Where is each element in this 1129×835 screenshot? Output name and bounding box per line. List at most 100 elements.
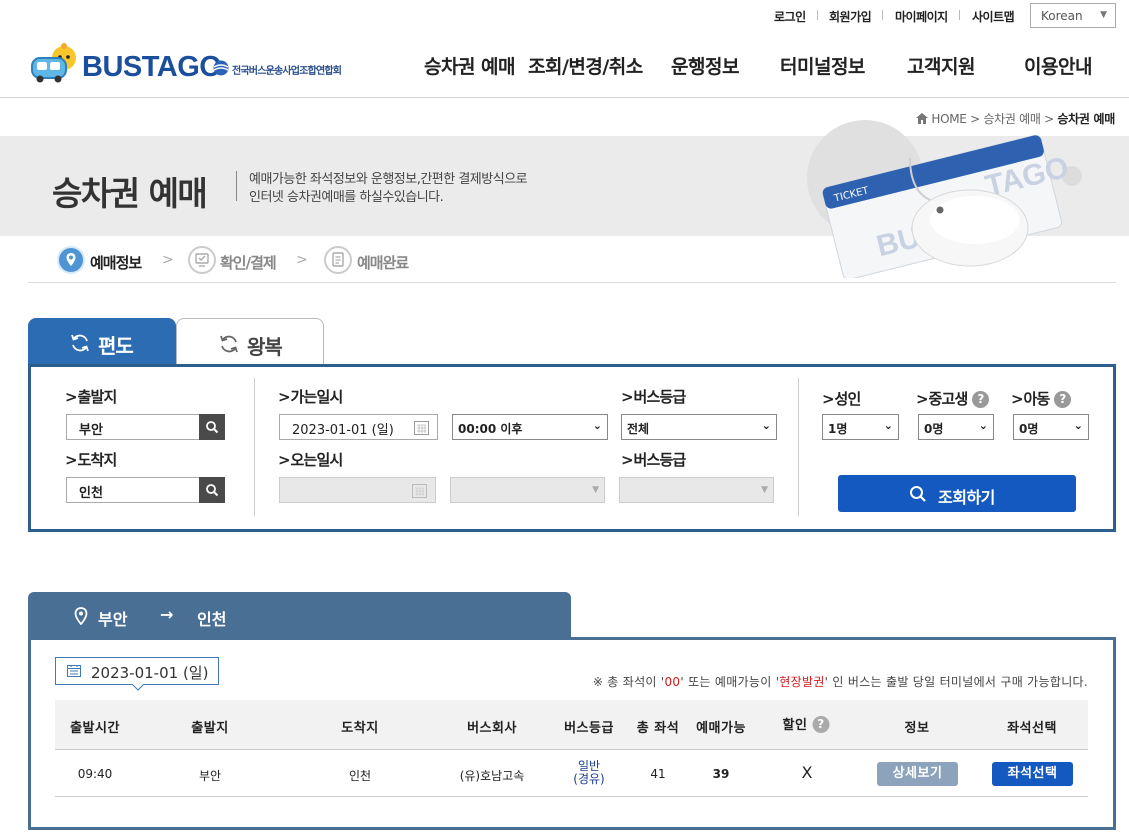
banner-description: 인터넷 승차권예매를 하실수있습니다. xyxy=(249,190,444,205)
page-title: 승차권 예매 xyxy=(52,174,208,213)
adult-count-value: 1명 xyxy=(828,422,848,436)
arrival-label: > 도착지 xyxy=(65,451,117,469)
signup-link[interactable]: 회원가입 xyxy=(829,8,872,25)
form-divider xyxy=(254,378,255,516)
search-submit-button[interactable]: 조회하기 xyxy=(838,475,1076,512)
bus-mascot-icon xyxy=(31,43,76,83)
sitemap-link[interactable]: 사이트맵 xyxy=(972,8,1015,25)
header-divider xyxy=(0,97,1129,98)
table-row-divider xyxy=(55,796,1088,797)
tab-one-way-label: 편도 xyxy=(98,334,134,358)
help-icon[interactable]: ? xyxy=(971,391,989,408)
nav-customer-support[interactable]: 고객지원 xyxy=(907,52,975,79)
detail-button[interactable]: 상세보기 xyxy=(877,762,958,786)
nav-lookup-change-cancel[interactable]: 조회/변경/취소 xyxy=(528,52,643,79)
cell-bus-company: (유)호남고속 xyxy=(459,769,525,783)
form-divider xyxy=(798,378,799,516)
col-total-seats: 총 좌석 xyxy=(636,721,680,736)
arrival-input[interactable]: 인천 xyxy=(66,477,200,503)
student-count-select[interactable]: 0명 ⌄ xyxy=(918,414,994,440)
mypage-link[interactable]: 마이페이지 xyxy=(895,8,948,25)
cell-discount: X xyxy=(801,763,813,782)
language-value: Korean xyxy=(1041,9,1083,23)
date-tag-pointer xyxy=(132,684,144,691)
col-bus-company: 버스회사 xyxy=(467,721,517,736)
arrival-search-button[interactable] xyxy=(199,477,225,503)
col-departure-time: 출발시간 xyxy=(70,721,120,736)
top-utility-bar: 로그인 회원가입 마이페이지 사이트맵 Korean ▼ xyxy=(0,0,1129,30)
nav-terminal-info[interactable]: 터미널정보 xyxy=(780,52,865,79)
refresh-icon xyxy=(71,334,89,352)
nav-ticket-reservation[interactable]: 승차권 예매 xyxy=(424,52,516,79)
return-bus-grade-label: > 버스등급 xyxy=(621,451,686,469)
chevron-down-icon: ▼ xyxy=(761,485,768,495)
seat-notice: ※ 총 좌석이 '00' 또는 예매가능이 '현장발권' 인 버스는 출발 당일… xyxy=(592,675,1088,689)
return-time-select: ▼ xyxy=(450,477,605,503)
go-date-label: > 가는일시 xyxy=(278,388,343,406)
document-icon xyxy=(332,252,344,267)
col-info: 정보 xyxy=(904,721,930,736)
return-date-label: > 오는일시 xyxy=(278,451,343,469)
chevron-down-icon: ⌄ xyxy=(1073,419,1083,432)
adult-label: > 성인 xyxy=(822,390,861,408)
cell-bus-grade: 일반 (경유) xyxy=(573,759,605,786)
return-bus-grade-select: ▼ xyxy=(619,477,774,503)
student-label: > 중고생 ? xyxy=(916,388,989,409)
departure-input[interactable]: 부안 xyxy=(66,414,200,440)
bus-grade-value: 전체 xyxy=(627,422,650,436)
go-time-value: 00:00 이후 xyxy=(458,422,523,436)
col-discount: 할인 ? xyxy=(783,714,830,733)
arrow-right-icon: → xyxy=(160,605,174,624)
steps-divider xyxy=(28,282,1116,283)
step-reservation-info xyxy=(57,246,85,274)
col-arrival: 도착지 xyxy=(341,721,379,736)
adult-count-select[interactable]: 1명 ⌄ xyxy=(822,414,899,440)
cell-total-seats: 41 xyxy=(650,767,666,781)
tab-one-way[interactable]: 편도 xyxy=(28,318,176,366)
title-divider xyxy=(236,171,237,201)
location-pin-icon xyxy=(66,253,76,266)
search-icon xyxy=(910,486,926,502)
nav-usage-guide[interactable]: 이용안내 xyxy=(1024,52,1092,79)
help-icon[interactable]: ? xyxy=(812,716,830,733)
help-icon[interactable]: ? xyxy=(1053,391,1071,408)
bus-grade-select[interactable]: 전체 ⌄ xyxy=(621,414,777,440)
go-date-input[interactable]: 2023-01-01 (일) xyxy=(279,414,438,440)
language-select[interactable]: Korean ▼ xyxy=(1030,3,1116,28)
go-date-value: 2023-01-01 (일) xyxy=(292,423,394,438)
departure-label: > 출발지 xyxy=(65,388,117,406)
calendar-icon xyxy=(412,484,427,498)
search-button-label: 조회하기 xyxy=(938,488,995,507)
nav-operation-info[interactable]: 운행정보 xyxy=(671,52,739,79)
route-header: 부안 → 인천 xyxy=(28,592,571,638)
refresh-icon xyxy=(220,335,238,353)
login-link[interactable]: 로그인 xyxy=(774,8,806,25)
seat-select-button[interactable]: 좌석선택 xyxy=(992,762,1073,786)
calendar-icon[interactable] xyxy=(414,421,429,435)
tab-round-trip[interactable]: 왕복 xyxy=(176,318,324,364)
site-logo[interactable]: BUSTAGO 전국버스운송사업조합연합회 xyxy=(28,42,348,86)
chevron-down-icon: ⌄ xyxy=(883,419,893,432)
chevron-down-icon: ⌄ xyxy=(978,419,988,432)
chevron-down-icon: ⌄ xyxy=(592,419,602,432)
result-date: 2023-01-01 (일) xyxy=(91,664,209,682)
search-icon xyxy=(206,421,219,434)
chevron-down-icon: ⌄ xyxy=(761,419,771,432)
step-label: 확인/결제 xyxy=(220,254,277,272)
location-pin-icon xyxy=(74,607,88,625)
cell-departure: 부안 xyxy=(198,769,222,783)
child-count-select[interactable]: 0명 ⌄ xyxy=(1013,414,1089,440)
logo-text: BUSTAGO xyxy=(82,51,222,83)
logo-subtitle: 전국버스운송사업조합연합회 xyxy=(232,66,342,77)
tab-round-trip-label: 왕복 xyxy=(247,335,283,359)
departure-search-button[interactable] xyxy=(199,414,225,440)
result-date-tag: 2023-01-01 (일) xyxy=(55,657,219,685)
chevron-right-icon: > xyxy=(296,252,308,268)
cell-departure-time: 09:40 xyxy=(77,767,113,781)
ticket-mouse-illustration: TICKET BUS TAGO xyxy=(807,120,1082,278)
go-time-select[interactable]: 00:00 이후 ⌄ xyxy=(452,414,608,440)
step-complete xyxy=(324,246,352,274)
util-divider xyxy=(882,10,883,20)
search-icon xyxy=(206,484,219,497)
step-label-active: 예매정보 xyxy=(90,254,142,272)
